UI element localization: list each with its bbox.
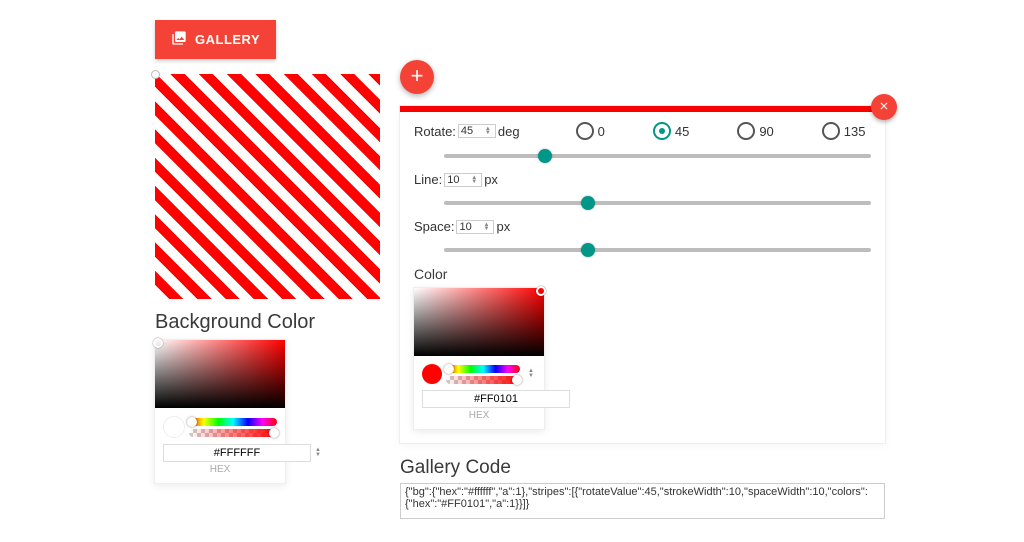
space-slider-thumb[interactable] bbox=[581, 243, 595, 257]
stripe-saturation-cursor[interactable] bbox=[536, 286, 546, 296]
space-value-input[interactable]: 10 ▲▼ bbox=[456, 220, 494, 234]
stripe-saturation-area[interactable] bbox=[414, 288, 544, 356]
rotate-label: Rotate: bbox=[414, 124, 456, 139]
line-control: Line: 10 ▲▼ px bbox=[414, 172, 871, 205]
bg-hue-slider[interactable] bbox=[189, 418, 277, 426]
line-slider-thumb[interactable] bbox=[581, 196, 595, 210]
space-slider[interactable] bbox=[444, 248, 871, 252]
bg-saturation-area[interactable] bbox=[155, 340, 285, 408]
bg-alpha-slider[interactable] bbox=[189, 429, 277, 437]
stripe-swatch bbox=[422, 364, 442, 384]
add-stripe-button[interactable]: + bbox=[400, 60, 434, 94]
stripe-alpha-slider[interactable] bbox=[446, 376, 520, 384]
stripe-format-toggle[interactable]: ▲▼ bbox=[528, 369, 536, 379]
line-slider[interactable] bbox=[444, 201, 871, 205]
space-unit: px bbox=[496, 219, 510, 234]
background-color-picker: ▲▼ HEX bbox=[155, 340, 285, 483]
stripe-panel: Rotate: 45 ▲▼ deg 0 45 90 135 bbox=[400, 106, 885, 443]
bg-hue-thumb[interactable] bbox=[187, 417, 197, 427]
space-stepper[interactable]: ▲▼ bbox=[483, 223, 491, 231]
stripe-hue-thumb[interactable] bbox=[444, 364, 454, 374]
gallery-button[interactable]: GALLERY bbox=[155, 20, 276, 59]
rotate-radio-90[interactable]: 90 bbox=[737, 122, 773, 140]
rotate-slider[interactable] bbox=[444, 154, 871, 158]
rotate-radio-0[interactable]: 0 bbox=[576, 122, 605, 140]
rotate-radio-45[interactable]: 45 bbox=[653, 122, 689, 140]
gallery-button-label: GALLERY bbox=[195, 32, 260, 47]
bg-alpha-thumb[interactable] bbox=[269, 428, 279, 438]
bg-saturation-cursor[interactable] bbox=[153, 338, 163, 348]
remove-stripe-button[interactable] bbox=[871, 94, 897, 120]
line-label: Line: bbox=[414, 172, 442, 187]
gallery-code-title: Gallery Code bbox=[400, 457, 885, 479]
rotate-value-input[interactable]: 45 ▲▼ bbox=[458, 124, 496, 138]
space-control: Space: 10 ▲▼ px bbox=[414, 219, 871, 252]
gallery-code-textarea[interactable] bbox=[400, 483, 885, 519]
line-unit: px bbox=[484, 172, 498, 187]
stripe-color-title: Color bbox=[414, 266, 871, 282]
bg-hex-label: HEX bbox=[163, 464, 277, 475]
stripe-hex-input[interactable] bbox=[422, 390, 570, 408]
preview-resize-handle[interactable] bbox=[151, 70, 160, 79]
bg-format-toggle[interactable]: ▲▼ bbox=[315, 448, 321, 458]
stripe-preview-pattern bbox=[155, 74, 380, 299]
rotate-slider-thumb[interactable] bbox=[538, 149, 552, 163]
rotate-unit: deg bbox=[498, 124, 520, 139]
stripe-alpha-thumb[interactable] bbox=[512, 375, 522, 385]
gallery-icon bbox=[171, 30, 187, 49]
rotate-radio-135[interactable]: 135 bbox=[822, 122, 866, 140]
bg-swatch bbox=[163, 416, 185, 438]
stripe-hue-slider[interactable] bbox=[446, 365, 520, 373]
background-color-title: Background Color bbox=[155, 311, 380, 334]
rotate-control: Rotate: 45 ▲▼ deg 0 45 90 135 bbox=[414, 122, 871, 158]
space-label: Space: bbox=[414, 219, 454, 234]
line-stepper[interactable]: ▲▼ bbox=[471, 176, 479, 184]
stripe-preview bbox=[155, 74, 380, 299]
stripe-color-picker: ▲▼ HEX bbox=[414, 288, 544, 429]
stripe-hex-label: HEX bbox=[422, 410, 536, 421]
line-value-input[interactable]: 10 ▲▼ bbox=[444, 173, 482, 187]
rotate-stepper[interactable]: ▲▼ bbox=[485, 127, 493, 135]
bg-hex-input[interactable] bbox=[163, 444, 311, 462]
close-icon bbox=[878, 100, 890, 115]
